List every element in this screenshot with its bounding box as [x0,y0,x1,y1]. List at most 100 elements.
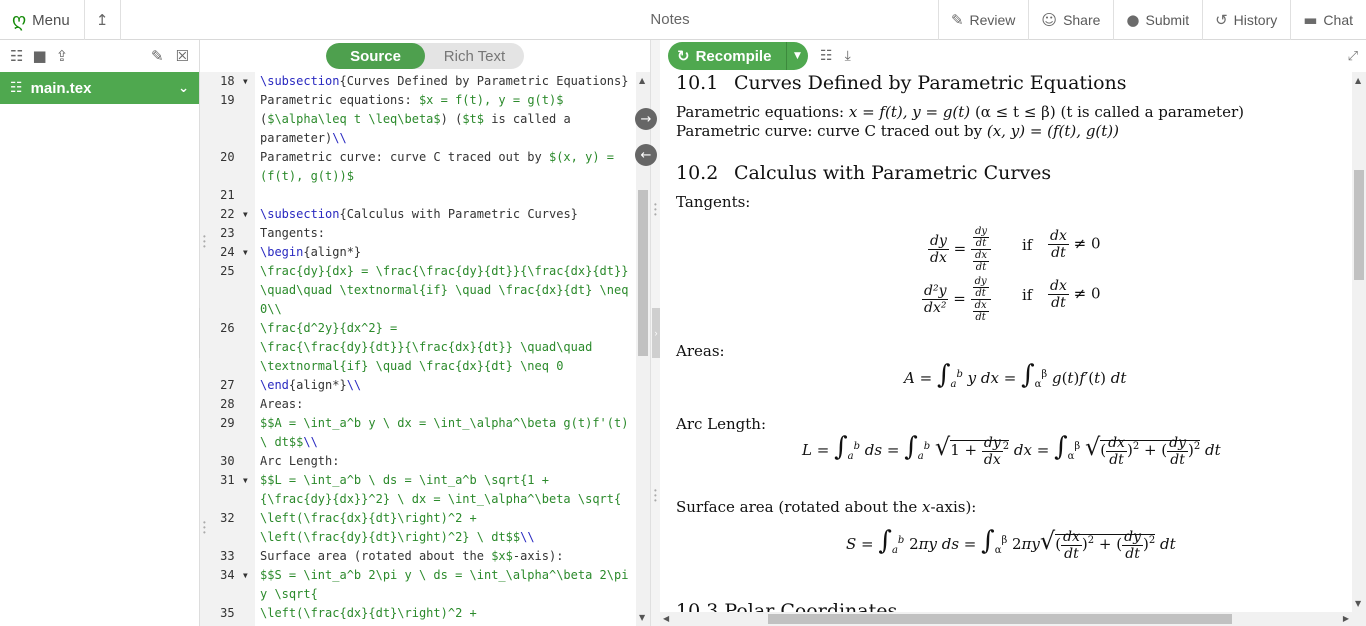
line-number: 22 ▾ [220,207,249,221]
preview-scroll-thumb[interactable] [1354,170,1364,280]
expand-icon[interactable]: ⤢ [1348,49,1358,64]
latex-command: \\ [303,435,318,449]
editor-scroll-thumb[interactable] [638,190,648,356]
scroll-up-icon[interactable]: ▲ [639,76,645,85]
preview-collapse-handle[interactable]: › [652,308,660,358]
math-token: \frac{\frac{dy}{dt}}{\frac{dx}{dt}} \qua… [260,340,593,354]
menu-label: Menu [32,11,70,29]
code-line[interactable]: \left(\frac{dx}{dt}\right)^2 + [260,511,477,525]
latex-command: \\ [332,131,347,145]
text: Surface area (rotated about the [676,498,923,516]
new-file-icon[interactable]: ☷ [10,47,23,65]
text: Parametric equations: [676,103,849,121]
recompile-button[interactable]: ↻ Recompile ▼ [668,42,808,70]
history-icon: ↺ [1215,11,1228,29]
download-pdf-icon[interactable]: ⤓ [845,48,851,64]
preview-horizontal-scrollbar[interactable]: ◀ ▶ [660,612,1352,626]
preview-scrollbar[interactable]: ▲ ▼ [1352,72,1366,626]
code-line[interactable]: \left(\frac{dy}{dt}\right)^2} \ dt$$\\ [260,530,535,544]
line-number: 27 [220,378,249,392]
line-number: 31 ▾ [220,473,249,487]
code-area[interactable]: \subsection{Curves Defined by Parametric… [260,72,635,626]
math-token: \left(\frac{dy}{dt}\right)^2} \ dt$$ [260,530,521,544]
drag-handle-icon[interactable]: • • • [654,487,657,505]
history-button[interactable]: ↺ History [1202,0,1290,40]
code-line[interactable]: Arc Length: [260,454,339,468]
source-mode-button[interactable]: Source [326,43,425,69]
code-line[interactable]: Tangents: [260,226,325,240]
code-line[interactable]: $$L = \int_a^b \ ds = \int_a^b \sqrt{1 + [260,473,549,487]
back-to-projects-button[interactable]: ↥ [85,0,121,40]
scroll-left-icon[interactable]: ◀ [663,614,669,623]
scroll-up-icon[interactable]: ▲ [1355,76,1361,85]
code-line[interactable]: \textnormal{if} \quad \frac{dx}{dt} \neq… [260,359,563,373]
code-line[interactable]: {\frac{dy}{dx}}^2} \ dx = \int_\alpha^\b… [260,492,621,506]
upload-icon[interactable]: ⇪ [56,47,69,65]
delete-icon[interactable]: ☒ [176,47,189,65]
math-token: $(x, y) = [548,150,615,164]
code-line[interactable]: $$A = \int_a^b y \ dx = \int_\alpha^\bet… [260,416,628,430]
line-number: 23 [220,226,249,240]
review-button[interactable]: ✎ Review [937,0,1028,40]
code-line[interactable]: Parametric curve: curve C traced out by … [260,150,614,164]
file-name: main.tex [30,79,92,97]
scroll-down-icon[interactable]: ▼ [639,613,645,622]
source-editor: Source Rich Text • • • • • • 18 ▾ 19 20 21 22… [200,40,650,626]
text-token: Areas: [260,397,304,411]
math-token: y \sqrt{ [260,587,318,601]
code-line[interactable]: Areas: [260,397,303,411]
file-tree-toolbar: ☷ ■ ⇪ ✎ ☒ [0,40,199,72]
code-line[interactable]: \left(\frac{dx}{dt}\right)^2 + [260,606,477,620]
menu-button[interactable]: ღ Menu [0,0,85,40]
scroll-right-icon[interactable]: ▶ [1343,614,1349,623]
preview-hscroll-thumb[interactable] [768,614,1232,624]
chat-label: Chat [1323,12,1353,28]
code-line[interactable]: \subsection{Curves Defined by Parametric… [260,74,628,88]
code-line[interactable]: \end{align*}\\ [260,378,361,392]
drag-handle-icon[interactable]: • • • [654,201,657,219]
recompile-options-caret-icon[interactable]: ▼ [786,42,808,70]
text: -axis): [930,498,977,516]
logs-icon[interactable]: ☷ [820,48,833,64]
sync-to-pdf-icon[interactable]: → [635,108,657,130]
editor-preview-splitter[interactable]: → ← • • • › • • • [635,40,660,626]
rich-text-mode-button[interactable]: Rich Text [425,43,524,69]
code-line[interactable]: Parametric equations: $x = f(t), y = g(t… [260,93,563,107]
code-line[interactable]: \subsection{Calculus with Parametric Cur… [260,207,578,221]
code-line[interactable]: parameter)\\ [260,131,347,145]
chevron-down-icon[interactable]: ⌄ [178,81,189,96]
code-line[interactable]: \frac{\frac{dy}{dt}}{\frac{dx}{dt}} \qua… [260,340,592,354]
pdf-page[interactable]: 10.1 Curves Defined by Parametric Equatio… [660,72,1352,612]
math-token: $\alpha\leq t \leq\beta$ [267,112,441,126]
code-line[interactable]: $$S = \int_a^b 2\pi y \ ds = \int_\alpha… [260,568,628,582]
line-number: 24 ▾ [220,245,249,259]
code-line[interactable]: \quad\quad \textnormal{if} \quad \frac{d… [260,283,628,297]
code-line[interactable]: ($\alpha\leq t \leq\beta$) ($t$ is calle… [260,112,571,126]
latex-command: \subsection [260,207,340,221]
chat-button[interactable]: ▬ Chat [1290,0,1366,40]
submit-button[interactable]: ● Submit [1113,0,1202,40]
share-button[interactable]: ☺ Share [1028,0,1113,40]
math: x = f(t), y = g(t) [848,103,971,121]
code-line[interactable]: Surface area (rotated about the $x$-axis… [260,549,563,563]
condition-dx-dt: dx dt ≠ 0 [1048,278,1101,311]
code-line[interactable]: \frac{dy}{dx} = \frac{\frac{dy}{dt}}{\fr… [260,264,628,278]
text: Parametric curve: curve C traced out by [676,122,987,140]
rename-icon[interactable]: ✎ [151,47,164,65]
drag-handle-icon[interactable]: • • • [203,519,206,537]
new-folder-icon[interactable]: ■ [32,47,46,65]
code-line[interactable]: \ dt$$\\ [260,435,318,449]
code-line[interactable]: \begin{align*} [260,245,361,259]
drag-handle-icon[interactable]: • • • [203,233,206,251]
section-number: 10.2 [676,162,719,184]
text-token: ) ( [440,112,463,126]
scroll-down-icon[interactable]: ▼ [1355,599,1361,608]
code-line[interactable]: \frac{d^2y}{dx^2} = [260,321,397,335]
sync-to-code-icon[interactable]: ← [635,144,657,166]
project-title[interactable]: Notes [620,0,720,40]
text: (t is called a parameter) [1060,103,1244,121]
code-line[interactable]: y \sqrt{ [260,587,318,601]
code-line[interactable]: 0\\ [260,302,282,316]
code-line[interactable]: (f(t), g(t))$ [260,169,354,183]
file-item-main-tex[interactable]: ☷ main.tex ⌄ [0,72,199,104]
